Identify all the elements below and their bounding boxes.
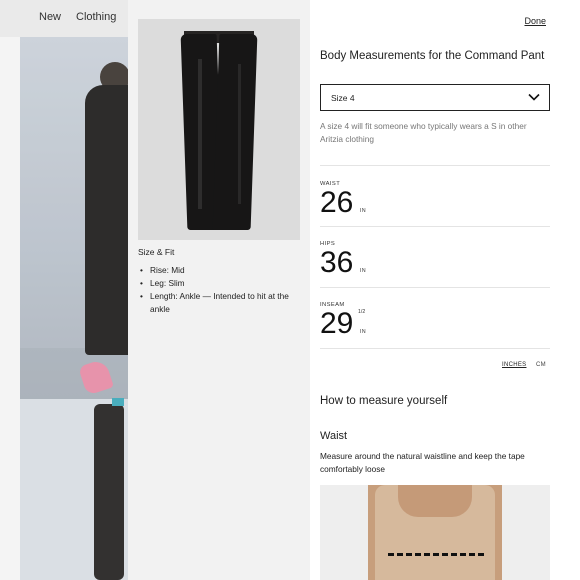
divider bbox=[320, 348, 550, 349]
how-to-measure-heading: How to measure yourself bbox=[320, 395, 448, 407]
size-guide-modal: Size & Fit • Rise: Mid • Leg: Slim • Length… bbox=[128, 0, 580, 580]
done-button[interactable]: Done bbox=[524, 16, 546, 26]
divider bbox=[320, 226, 550, 227]
size-fit-heading: Size & Fit bbox=[138, 247, 175, 257]
inseam-measurement: INSEAM 29 1/2 IN bbox=[320, 302, 440, 342]
fit-list: • Rise: Mid • Leg: Slim • Length: Ankle — I… bbox=[138, 264, 303, 316]
product-image bbox=[138, 19, 300, 240]
fit-item-leg: • Leg: Slim bbox=[140, 278, 185, 288]
measurements-pane: Done Body Measurements for the Command P… bbox=[310, 0, 580, 580]
product-pane: Size & Fit • Rise: Mid • Leg: Slim • Length… bbox=[128, 0, 310, 580]
fit-item-length: • Length: Ankle — Intended to hit at the … bbox=[140, 291, 289, 314]
measure-waist-illustration bbox=[320, 485, 550, 580]
waist-section-heading: Waist bbox=[320, 430, 348, 442]
divider bbox=[320, 165, 550, 166]
modal-title: Body Measurements for the Command Pant bbox=[320, 50, 545, 62]
waist-value: 26 bbox=[320, 186, 354, 219]
fit-item-rise: • Rise: Mid bbox=[140, 265, 185, 275]
divider bbox=[320, 287, 550, 288]
pant-highlight bbox=[238, 64, 241, 204]
size-select-value: Size 4 bbox=[331, 93, 355, 103]
pant-highlight bbox=[198, 59, 202, 209]
unit-toggle-inches[interactable]: INCHES bbox=[502, 362, 526, 368]
size-select[interactable]: Size 4 bbox=[320, 84, 550, 111]
hips-unit: IN bbox=[360, 268, 366, 274]
inseam-value: 29 bbox=[320, 307, 354, 340]
unit-toggle-cm[interactable]: CM bbox=[536, 362, 546, 368]
waist-measurement: WAIST 26 IN bbox=[320, 181, 440, 221]
inseam-fraction: 1/2 bbox=[358, 309, 366, 315]
chevron-down-icon bbox=[528, 93, 540, 101]
size-note: A size 4 will fit someone who typically … bbox=[320, 121, 527, 144]
waist-unit: IN bbox=[360, 208, 366, 214]
neckline-shape bbox=[398, 485, 472, 517]
hips-measurement: HIPS 36 IN bbox=[320, 241, 440, 281]
pant-right-leg bbox=[212, 34, 258, 230]
waist-section-description: Measure around the natural waistline and… bbox=[320, 451, 525, 474]
inseam-unit: IN bbox=[360, 329, 366, 335]
measuring-tape-line bbox=[388, 553, 484, 556]
hips-value: 36 bbox=[320, 246, 354, 279]
